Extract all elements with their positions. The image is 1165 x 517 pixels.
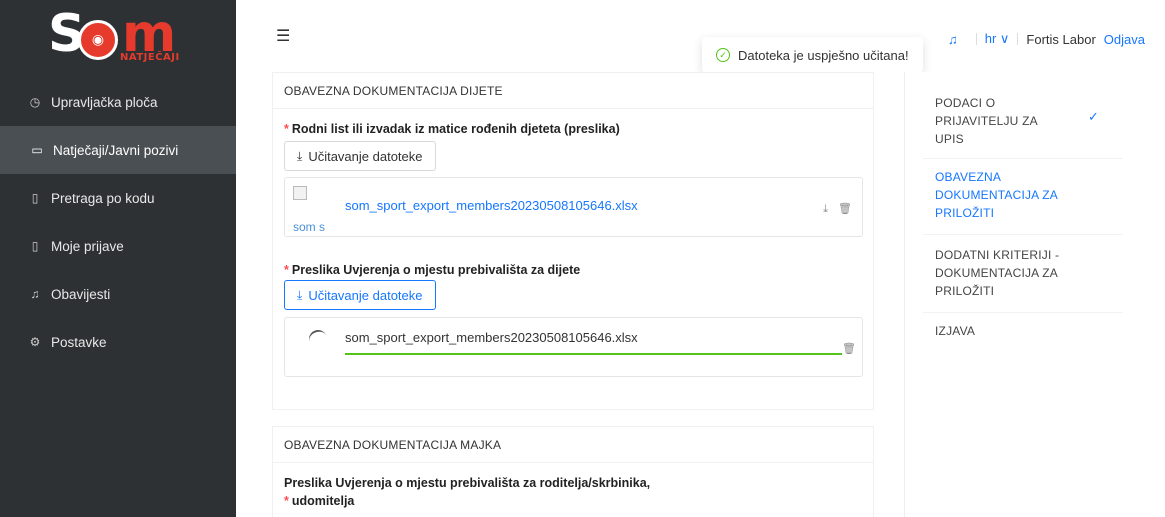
uploaded-file-birth-certificate: som s som_sport_export_members2023050810… <box>284 177 863 237</box>
bell-icon: ♫ <box>30 287 40 301</box>
sidebar-item-label: Postavke <box>51 334 107 350</box>
user-name: Fortis Labor <box>1026 31 1096 47</box>
sidebar-item-competitions[interactable]: ▭ Natječaji/Javni pozivi <box>0 126 236 174</box>
success-toast: ✓ Datoteka je uspješno učitana! <box>702 37 923 73</box>
field-label-residence-child: * Preslika Uvjerenja o mjestu prebivališt… <box>284 263 581 277</box>
sidebar-item-label: Upravljačka ploča <box>51 94 158 110</box>
upload-progress-bar <box>345 353 842 355</box>
delete-icon[interactable]: 🗑 <box>842 342 856 355</box>
steps-panel: PODACI O PRIJAVITELJU ZA UPIS ✓ OBAVEZNA… <box>904 72 1165 517</box>
upload-button-birth-certificate[interactable]: ⤓ Učitavanje datoteke <box>284 141 436 171</box>
divider <box>923 312 1123 313</box>
file-search-icon: ▯ <box>31 191 39 205</box>
dashboard-icon: ◷ <box>29 95 41 109</box>
step-additional-criteria[interactable]: DODATNI KRITERIJI -DOKUMENTACIJA ZA PRIL… <box>935 246 1065 300</box>
upload-icon: ⤓ <box>297 287 303 302</box>
step-mandatory-documents[interactable]: OBAVEZNA DOKUMENTACIJA ZA PRILOŽITI <box>935 168 1065 222</box>
file-check-icon: ▯ <box>31 239 39 253</box>
delete-icon[interactable]: 🗑 <box>838 202 852 216</box>
file-link[interactable]: som_sport_export_members20230508105646.x… <box>345 198 638 213</box>
toast-message: Datoteka je uspješno učitana! <box>738 47 909 63</box>
required-marker: * <box>284 494 289 508</box>
download-icon[interactable]: ⤓ <box>823 202 828 216</box>
topbar: ☰ ✓ Datoteka je uspješno učitana! ♫ hr ∨… <box>236 0 1165 73</box>
section-title: OBAVEZNA DOKUMENTACIJA DIJETE <box>273 73 873 109</box>
logo-emblem-icon: ◉ <box>78 20 118 60</box>
sidebar-item-search-by-code[interactable]: ▯ Pretraga po kodu <box>0 174 236 222</box>
sidebar-item-label: Pretraga po kodu <box>51 190 155 206</box>
logo-subtitle: NATJEČAJI <box>120 52 180 63</box>
notification-bell-icon[interactable]: ♫ <box>948 32 958 47</box>
sidebar-item-label: Natječaji/Javni pozivi <box>53 142 179 158</box>
sidebar-item-label: Obavijesti <box>51 286 111 302</box>
broken-image-icon <box>293 186 307 200</box>
check-circle-icon: ✓ <box>716 48 730 62</box>
logo-area[interactable]: S ◉ m NATJEČAJI <box>0 0 236 76</box>
upload-button-residence-child[interactable]: ⤓ Učitavanje datoteke <box>284 280 436 310</box>
sidebar-item-dashboard[interactable]: ◷ Upravljačka ploča <box>0 78 236 126</box>
divider <box>923 158 1123 159</box>
required-marker: * <box>284 122 289 136</box>
step-applicant-data[interactable]: PODACI O PRIJAVITELJU ZA UPIS <box>935 94 1065 148</box>
app-logo[interactable]: S ◉ m NATJEČAJI <box>48 4 188 68</box>
required-marker: * <box>284 263 289 277</box>
logout-link[interactable]: Odjava <box>1104 32 1145 47</box>
sidebar-item-label: Moje prijave <box>51 238 124 254</box>
section-child-documents: OBAVEZNA DOKUMENTACIJA DIJETE * Rodni lis… <box>272 72 874 410</box>
language-select[interactable]: hr ∨ <box>985 31 1010 47</box>
section-title: OBAVEZNA DOKUMENTACIJA MAJKA <box>273 427 873 463</box>
sidebar-item-settings[interactable]: ⚙ Postavke <box>0 318 236 366</box>
check-icon: ✓ <box>1088 110 1099 125</box>
divider <box>923 234 1123 235</box>
sidebar-nav: ◷ Upravljačka ploča ▭ Natječaji/Javni po… <box>0 78 236 366</box>
uploading-file-residence-child: som_sport_export_members20230508105646.x… <box>284 317 863 377</box>
file-name: som_sport_export_members20230508105646.x… <box>345 330 638 345</box>
divider <box>1017 33 1019 45</box>
user-area: ♫ hr ∨ Fortis Labor Odjava <box>948 31 1145 47</box>
field-label-residence-parent: Preslika Uvjerenja o mjestu prebivališta… <box>284 476 651 508</box>
field-label-birth-certificate: * Rodni list ili izvadak iz matice rođeni… <box>284 122 620 136</box>
divider <box>975 33 977 45</box>
loading-spinner-icon <box>306 327 330 351</box>
menu-collapse-icon[interactable]: ☰ <box>276 26 290 45</box>
section-mother-documents: OBAVEZNA DOKUMENTACIJA MAJKA Preslika Uv… <box>272 426 874 517</box>
file-actions: ⤓ 🗑 <box>823 202 852 216</box>
thumbnail-alt-text: som s <box>293 220 326 234</box>
gear-icon: ⚙ <box>29 335 41 349</box>
upload-icon: ⤓ <box>297 148 303 163</box>
sidebar-item-notifications[interactable]: ♫ Obavijesti <box>0 270 236 318</box>
main-content: OBAVEZNA DOKUMENTACIJA DIJETE * Rodni lis… <box>236 72 904 517</box>
step-statement[interactable]: IZJAVA <box>935 322 1123 340</box>
sidebar: S ◉ m NATJEČAJI ◷ Upravljačka ploča ▭ Na… <box>0 0 236 517</box>
sidebar-item-my-applications[interactable]: ▯ Moje prijave <box>0 222 236 270</box>
folder-icon: ▭ <box>31 143 43 157</box>
